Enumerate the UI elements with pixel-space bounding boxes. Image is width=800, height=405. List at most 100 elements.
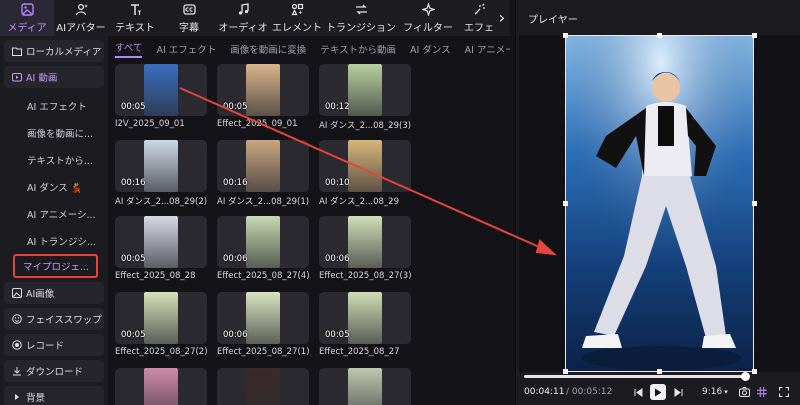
media-thumbnail[interactable]: 00:06: [217, 292, 309, 344]
media-card[interactable]: 00:05 Effect_2025_09_01: [217, 64, 309, 129]
media-thumbnail[interactable]: [217, 368, 309, 405]
media-card[interactable]: 00:06 Effect_2025_08_27(3): [319, 216, 411, 281]
resize-handle[interactable]: [563, 369, 568, 374]
resize-handle[interactable]: [752, 201, 757, 206]
media-thumbnail[interactable]: 00:06: [319, 216, 411, 268]
thumbnail-image: [246, 64, 280, 116]
media-card[interactable]: 00:05 Effect_2025_08_27: [319, 292, 411, 357]
avatar-icon: [74, 3, 88, 17]
media-thumbnail[interactable]: 00:05: [319, 292, 411, 344]
media-card[interactable]: [217, 368, 309, 405]
play-button[interactable]: [650, 384, 666, 400]
media-card[interactable]: [115, 368, 207, 405]
subtitle-icon: [182, 3, 196, 17]
resize-handle[interactable]: [563, 33, 568, 38]
media-card[interactable]: 00:05 Effect_2025_08_28: [115, 216, 207, 281]
resize-handle[interactable]: [657, 33, 662, 38]
grid-guides-icon[interactable]: [756, 386, 768, 398]
media-thumbnail[interactable]: 00:12: [319, 64, 411, 116]
thumbnail-image: [144, 216, 178, 268]
media-card[interactable]: 00:06 Effect_2025_08_27(1): [217, 292, 309, 357]
thumbnail-image: [144, 292, 178, 344]
sidebar-item-download[interactable]: ダウンロード: [4, 360, 104, 382]
tab-text-to-video[interactable]: テキストから動画: [320, 42, 396, 56]
clip-duration: 00:05: [325, 330, 350, 340]
tab-ai-animation[interactable]: AI アニメーシ: [465, 42, 510, 56]
toolbar-audio[interactable]: オーディオ: [216, 0, 270, 36]
camera-snapshot-icon[interactable]: [738, 386, 750, 398]
timeline-progress: [524, 375, 746, 378]
media-card[interactable]: [319, 368, 411, 405]
toolbar-element[interactable]: エレメント: [270, 0, 324, 36]
fullscreen-icon[interactable]: [778, 386, 790, 398]
filter-icon: [421, 3, 435, 17]
media-card[interactable]: 00:16 AI ダンス_2...08_29(1): [217, 140, 309, 207]
tab-ai-effect[interactable]: AI エフェクト: [156, 42, 216, 56]
sidebar-item-ai-video[interactable]: AI 動画: [4, 66, 104, 88]
clip-name: AI ダンス_2...08_29: [319, 197, 399, 207]
effect-icon: [472, 3, 486, 17]
sidebar-item-label: ローカルメディア: [26, 47, 102, 58]
media-thumbnail[interactable]: 00:16: [115, 140, 207, 192]
aspect-ratio-select[interactable]: 9:16 ▾: [702, 387, 728, 397]
clip-duration: 00:06: [223, 330, 248, 340]
playback-timeline[interactable]: [524, 372, 750, 381]
media-thumbnail[interactable]: [319, 368, 411, 405]
aspect-ratio-value: 9:16: [702, 387, 723, 397]
clip-duration: 00:10: [325, 178, 350, 188]
media-card[interactable]: 00:12 AI ダンス_2...08_29(3): [319, 64, 411, 131]
resize-handle[interactable]: [657, 369, 662, 374]
media-thumbnail[interactable]: 00:10: [319, 140, 411, 192]
player-panel: プレイヤー 00:04:11 / 00:05:12 9:16 ▾: [515, 0, 800, 405]
toolbar-text[interactable]: テキスト: [108, 0, 162, 36]
clip-name: Effect_2025_08_27(2): [115, 347, 207, 357]
sidebar-sub-my-project[interactable]: マイプロジェ...: [13, 254, 98, 278]
media-card[interactable]: 00:06 Effect_2025_08_27(4): [217, 216, 309, 281]
sidebar-sub-image-to-video[interactable]: 画像を動画に...: [4, 119, 104, 146]
toolbar-transition[interactable]: トランジション: [324, 0, 398, 36]
toolbar-filter[interactable]: フィルター: [398, 0, 458, 36]
media-thumbnail[interactable]: 00:16: [217, 140, 309, 192]
sidebar-sub-ai-dance[interactable]: AI ダンス 💃: [4, 173, 104, 200]
next-frame-icon[interactable]: [672, 386, 684, 398]
tab-image-to-video[interactable]: 画像を動画に変換: [230, 42, 306, 56]
chevron-down-icon: ▾: [724, 388, 728, 396]
resize-handle[interactable]: [752, 369, 757, 374]
media-thumbnail[interactable]: 00:05: [115, 216, 207, 268]
media-thumbnail[interactable]: 00:05: [115, 64, 207, 116]
thumbnail-image: [348, 140, 382, 192]
media-card[interactable]: 00:10 AI ダンス_2...08_29: [319, 140, 411, 207]
thumbnail-image: [144, 368, 178, 405]
preview-video[interactable]: [565, 35, 754, 372]
thumbnail-image: [144, 140, 178, 192]
tab-ai-dance[interactable]: AI ダンス: [410, 42, 451, 56]
sidebar-sub-ai-transition[interactable]: AI トランジシ...: [4, 227, 104, 254]
toolbar-subtitle-label: 字幕: [179, 22, 199, 34]
sidebar-item-local-media[interactable]: ローカルメディア: [4, 40, 104, 62]
sidebar-sub-ai-effect[interactable]: AI エフェクト: [4, 92, 104, 119]
media-thumbnail[interactable]: 00:05: [217, 64, 309, 116]
resize-handle[interactable]: [563, 201, 568, 206]
sidebar-sub-text-to-video[interactable]: テキストから...: [4, 146, 104, 173]
toolbar-scroll-right-icon[interactable]: ›: [494, 8, 510, 28]
sidebar-sub-ai-animation[interactable]: AI アニメーシ...: [4, 200, 104, 227]
prev-frame-icon[interactable]: [632, 386, 644, 398]
media-card[interactable]: 00:16 AI ダンス_2...08_29(2): [115, 140, 207, 207]
resize-handle[interactable]: [752, 33, 757, 38]
sidebar-item-record[interactable]: レコード: [4, 334, 104, 356]
clip-duration: 00:16: [121, 178, 146, 188]
media-thumbnail[interactable]: 00:06: [217, 216, 309, 268]
toolbar-ai-avatar[interactable]: AIアバター: [54, 0, 108, 36]
sidebar-item-ai-image[interactable]: AI画像: [4, 282, 104, 304]
toolbar-subtitle[interactable]: 字幕: [162, 0, 216, 36]
toolbar-media[interactable]: メディア: [0, 0, 54, 36]
sidebar-item-label: 背景: [26, 393, 46, 404]
media-thumbnail[interactable]: 00:05: [115, 292, 207, 344]
sidebar-item-background[interactable]: 背景: [4, 386, 104, 405]
tab-all[interactable]: すべて: [115, 40, 143, 58]
media-thumbnail[interactable]: [115, 368, 207, 405]
sidebar-item-face-swap[interactable]: フェイススワップ: [4, 308, 104, 330]
media-card[interactable]: 00:05 Effect_2025_08_27(2): [115, 292, 207, 357]
media-card[interactable]: 00:05 I2V_2025_09_01: [115, 64, 207, 129]
timeline-scrubber[interactable]: [741, 372, 750, 381]
